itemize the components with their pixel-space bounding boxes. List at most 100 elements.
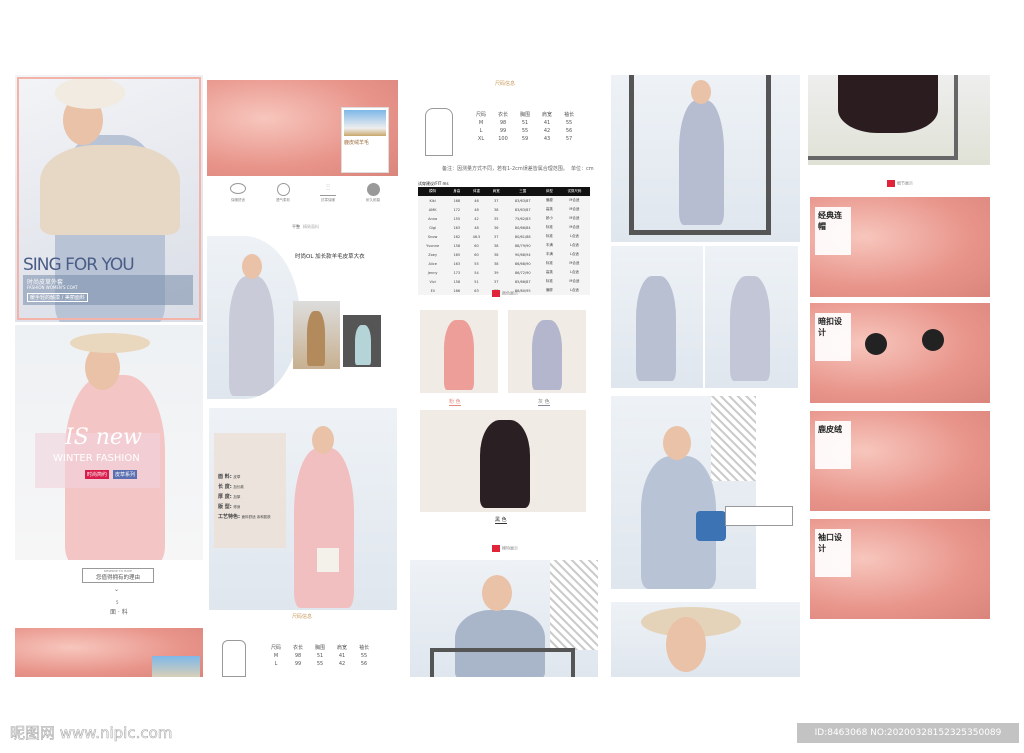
note-text: 备注：因测量方式不同，若有1-2cm误差皆属合理范围。 xyxy=(442,166,568,172)
cell: 高挑 xyxy=(545,270,553,274)
cell: L合适 xyxy=(569,252,579,256)
table-row: Snow 162 46.5 37 80/61/88 标准 L合适 xyxy=(418,232,590,241)
feature-warm: 保暖舒适 xyxy=(230,183,246,213)
size-header-cell: 肩宽 xyxy=(337,645,348,651)
size-header-cell: 尺码 xyxy=(476,112,487,118)
cell: 42 xyxy=(474,216,479,221)
cell: 86/68/90 xyxy=(514,261,531,266)
spec-row: 面 料: 皮草 xyxy=(218,473,282,480)
cell: 偏胖 xyxy=(545,288,553,292)
cell: 54 xyxy=(474,270,479,275)
size-header-cell: 袖长 xyxy=(564,112,575,118)
cell: 42 xyxy=(543,128,551,134)
sheep-thumb xyxy=(152,656,200,677)
coat-sketch-icon xyxy=(425,108,453,156)
cell: 37 xyxy=(493,198,499,203)
cell: 60 xyxy=(474,252,479,257)
cell: 80/61/88 xyxy=(514,234,531,239)
watermark-site: 昵图网 www.nipic.com xyxy=(10,724,173,743)
pink-label: 粉 色 xyxy=(449,399,461,406)
spec-key: 厚 度: xyxy=(218,494,232,500)
tryon-header-cell: 身高 xyxy=(447,187,467,196)
cell: 43 xyxy=(543,136,551,142)
runway-photo-2 xyxy=(343,315,381,367)
cell: Yvonne xyxy=(426,243,440,248)
table-row: Gigi 163 48 36 80/66/84 标准 M合适 xyxy=(418,223,590,232)
cell: 162 xyxy=(453,234,461,239)
cell: L xyxy=(274,661,278,667)
black-coat-photo xyxy=(420,410,586,512)
detail-photo: 鹿皮绒 xyxy=(810,411,990,511)
spec-card: 面 料: 皮草长 度: 加长款厚 度: 加厚版 型: 修身 工艺特色: 面料舒适 … xyxy=(214,433,286,548)
fabric-title: 鹿皮绒羊毛 xyxy=(344,140,370,146)
cell: 高挑 xyxy=(545,207,553,211)
cell: 158 xyxy=(453,279,461,284)
model-hat-photo xyxy=(611,602,800,677)
intro-title: 时尚OL 加长款羊毛皮草大衣 xyxy=(295,254,365,260)
cell: 39 xyxy=(493,270,499,275)
cell: 155 xyxy=(453,216,461,221)
cell: 37 xyxy=(493,279,499,284)
model-photo-4d xyxy=(611,396,756,589)
cell: 41 xyxy=(543,120,551,126)
cell: 100 xyxy=(498,136,508,142)
pink-coat-photo xyxy=(420,310,498,393)
cell: 46 xyxy=(474,198,479,203)
table-row: L 99 55 42 56 xyxy=(265,660,375,668)
cell: 57 xyxy=(565,136,573,142)
table-row: M 98 51 41 55 xyxy=(265,652,375,660)
cell: 158 xyxy=(453,243,461,248)
cell: 42 xyxy=(338,661,346,667)
cell: 55 xyxy=(360,653,368,659)
winter-fashion-text: WINTER FASHION xyxy=(53,453,140,464)
cell: 99 xyxy=(499,128,507,134)
cell: M合适 xyxy=(569,207,580,211)
cell: L合适 xyxy=(569,288,579,292)
tab-flat[interactable]: 平整 xyxy=(292,224,300,230)
banner-en: FASHION WOMEN'S COAT xyxy=(27,285,78,290)
size-info-title: 尺码信息 xyxy=(495,81,516,87)
cell: 90/68/94 xyxy=(514,252,531,257)
badge-fur: 皮草系列 xyxy=(113,470,138,479)
cell: AMK xyxy=(428,207,437,212)
cell: L合适 xyxy=(569,243,579,247)
cell: 48 xyxy=(474,207,479,212)
size-header-cell: 肩宽 xyxy=(542,112,553,118)
size-note: 备注：因测量方式不同，若有1-2cm误差皆属合理范围。 单位：cm xyxy=(442,165,594,172)
cloud-icon xyxy=(230,183,246,194)
cell: L xyxy=(479,128,483,134)
badge-fashion: 时尚简约 xyxy=(85,470,110,479)
feature-icons: 保暖舒适 透气柔软 ⫶⫶ 抗寒保暖 耐久耐磨 xyxy=(215,183,395,213)
size-header-cell: 袖长 xyxy=(359,645,370,651)
cell: 83/63/87 xyxy=(514,198,531,203)
cell: 172 xyxy=(453,207,461,212)
cell: 173 xyxy=(453,270,461,275)
cell: 38 xyxy=(493,252,499,257)
table-row: XL 100 59 43 57 xyxy=(470,135,580,143)
table-row: L 99 55 42 56 xyxy=(470,127,580,135)
cell: 83/63/87 xyxy=(514,207,531,212)
model-photo-4a xyxy=(611,75,800,242)
cell: 75/62/83 xyxy=(514,216,531,221)
detail-photo: 暗扣设计 xyxy=(810,303,990,403)
cell: 56 xyxy=(360,661,368,667)
cell: M合适 xyxy=(569,198,580,202)
cell: 37 xyxy=(493,234,499,239)
table-row: Yvonne 158 60 38 88/79/90 丰满 L合适 xyxy=(418,241,590,250)
black-label: 黑 色 xyxy=(495,517,507,524)
cell: 98 xyxy=(294,653,302,659)
tab-fabric[interactable]: 精致面料 xyxy=(303,224,319,230)
spec-row: 工艺特色: 面料舒适 亲和肌肤 xyxy=(218,513,282,520)
cell: 99 xyxy=(294,661,302,667)
size-header-cell: 衣长 xyxy=(498,112,509,118)
fiber-icon: ⫶⫶ xyxy=(320,183,336,196)
is-new-text: IS new xyxy=(65,425,142,450)
spec-key: 工艺特色: xyxy=(218,514,240,520)
cell: 59 xyxy=(521,136,529,142)
grey-label: 灰 色 xyxy=(538,399,550,406)
cell: 丰满 xyxy=(545,243,553,247)
size-header-cell: 胸围 xyxy=(315,645,326,651)
color-header: 颜色展示 xyxy=(470,290,540,297)
cell: 51 xyxy=(521,120,529,126)
cell: Alice xyxy=(428,261,437,266)
